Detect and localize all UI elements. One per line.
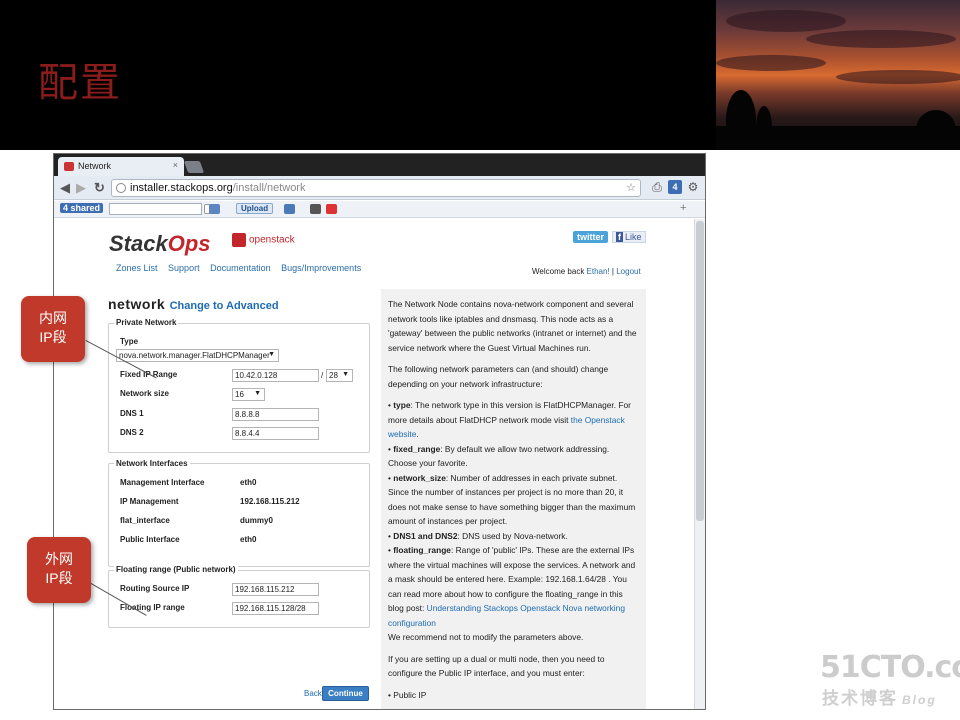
routing-source-ip-input[interactable]: 192.168.115.212 [232,583,319,596]
type-label: Type [120,337,139,346]
download-icon[interactable] [209,204,220,214]
globe-icon [116,183,126,193]
callout-external-ip: 外网 IP段 [27,537,91,603]
printer-icon[interactable]: ⎙ [650,180,664,194]
slide-title: 配置 [38,60,122,106]
nav-bugs[interactable]: Bugs/Improvements [281,263,361,273]
help-public-ip-item: • Public IP [388,689,427,700]
browser-window: Network × ◀ ▶ ↻ installer.stackops.org/i… [53,153,706,710]
tab-strip: Network × [54,154,705,176]
openstack-logo: openstack [232,233,295,247]
management-interface-value: eth0 [240,478,257,487]
facebook-like-button[interactable]: f Like [612,231,646,243]
help-type-item: • type: The network type in this version… [388,400,631,439]
routing-source-ip-label: Routing Source IP [120,584,190,593]
sunset-photo [716,0,960,150]
public-interface-label: Public Interface [120,535,180,544]
nav-bar: ◀ ▶ ↻ installer.stackops.org/install/net… [54,176,705,200]
4shared-icon[interactable]: 4 [668,180,682,194]
user-link[interactable]: Ethan! [587,267,610,276]
scrollbar-thumb[interactable] [696,221,704,521]
callout-external-text: 外网 IP段 [45,551,73,586]
upload-button[interactable]: Upload [236,203,274,214]
help-intro: The Network Node contains nova-network c… [388,299,637,353]
callout-internal-text: 内网 IP段 [39,310,67,345]
back-arrow-icon[interactable]: ◀ [60,180,70,196]
nav-documentation[interactable]: Documentation [210,263,271,273]
folder-icon[interactable] [284,204,295,214]
url-path: /install/network [232,182,306,194]
dns1-input[interactable]: 8.8.8.8 [232,408,319,421]
network-form: network Change to Advanced Private Netwo… [102,287,380,709]
url-domain: installer.stackops.org [130,182,233,194]
public-interface-value: eth0 [240,535,257,544]
openstack-icon [232,233,246,247]
tab-title: Network [78,161,112,171]
floating-ip-range-input[interactable]: 192.168.115.128/28 [232,602,319,615]
continue-button[interactable]: Continue [322,686,369,701]
change-to-advanced-link[interactable]: Change to Advanced [170,300,279,312]
watermark-logo: 51CTO.com [820,650,960,685]
ip-management-label: IP Management [120,497,179,506]
vertical-scrollbar[interactable] [694,219,705,709]
logout-link[interactable]: Logout [616,267,640,276]
help-panel: The Network Node contains nova-network c… [381,289,646,709]
favicon-icon [64,162,74,171]
network-interfaces-legend: Network Interfaces [114,459,190,468]
type-select[interactable]: nova.network.manager.FlatDHCPManager ▼ [116,349,279,362]
camera-icon[interactable] [310,204,321,214]
help-network-size-item: • network_size: Number of addresses in e… [388,472,636,527]
network-size-label: Network size [120,389,169,398]
page-content: StackOps openstack twitter f Like Zones L… [54,219,705,709]
slide: 配置 Network × ◀ ▶ ↻ installer.stackops.or… [0,0,960,720]
nav-support[interactable]: Support [168,263,200,273]
address-bar[interactable]: installer.stackops.org/install/network ☆ [111,179,641,197]
netmask-select[interactable]: 28 ▼ [326,369,353,382]
help-multi-node: If you are setting up a dual or multi no… [388,653,605,679]
fixed-ip-range-input[interactable]: 10.42.0.128 [232,369,319,382]
nav-zones-list[interactable]: Zones List [116,263,158,273]
tab-network[interactable]: Network × [58,157,184,176]
help-dns-item: • DNS1 and DNS2: DNS used by Nova-networ… [388,530,568,541]
forward-arrow-icon[interactable]: ▶ [76,180,86,196]
flat-interface-label: flat_interface [120,516,170,525]
toolbar-search-input[interactable] [109,203,202,215]
private-network-legend: Private Network [114,318,179,327]
dns2-input[interactable]: 8.8.4.4 [232,427,319,440]
new-tab-button[interactable] [183,161,205,173]
close-tab-icon[interactable]: × [173,160,178,170]
dns1-label: DNS 1 [120,409,144,418]
reload-icon[interactable]: ↻ [94,180,105,196]
welcome-text: Welcome back Ethan! | Logout [532,267,641,276]
form-heading: network Change to Advanced [108,296,279,312]
help-recommend: We recommend not to modify the parameter… [388,632,584,642]
floating-range-section [108,570,370,628]
watermark-sub: 技术博客 Blog [822,689,937,708]
slash-separator: / [321,371,324,380]
ip-management-value: 192.168.115.212 [240,497,300,506]
star-icon[interactable]: ☆ [626,181,636,194]
add-icon[interactable]: + [680,202,686,214]
management-interface-label: Management Interface [120,478,205,487]
top-nav: Zones List Support Documentation Bugs/Im… [116,263,369,273]
wrench-icon[interactable]: ⚙ [686,180,700,194]
network-size-select[interactable]: 16 ▼ [232,388,265,401]
help-floating-range-item: • floating_range: Range of 'public' IPs.… [388,545,636,628]
addon-toolbar: 4 shared Upload + [54,201,705,218]
back-link[interactable]: Back [304,689,322,698]
dns2-label: DNS 2 [120,428,144,437]
stackops-logo[interactable]: StackOps [109,231,211,257]
help-fixed-range-item: • fixed_range: By default we allow two n… [388,443,610,469]
help-params-intro: The following network parameters can (an… [388,364,609,389]
floating-range-legend: Floating range (Public network) [114,565,238,574]
twitter-button[interactable]: twitter [573,231,608,243]
callout-internal-ip: 内网 IP段 [21,296,85,362]
red-app-icon[interactable] [326,204,337,214]
flat-interface-value: dummy0 [240,516,273,525]
4shared-logo[interactable]: 4 shared [60,203,104,213]
